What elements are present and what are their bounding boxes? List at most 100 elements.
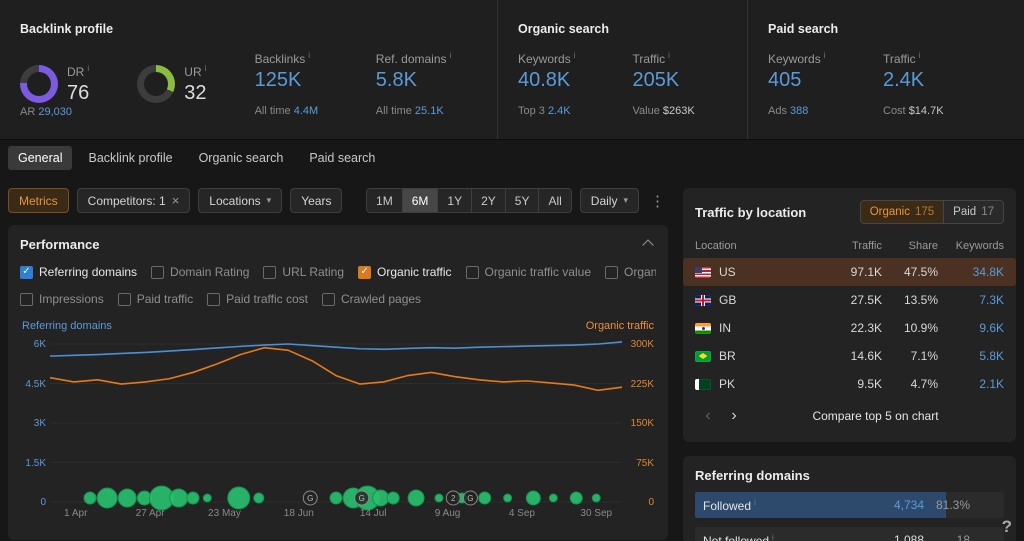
checkbox-label: Organic pages [624,265,656,279]
next-page-icon[interactable]: › [721,404,747,428]
toggle-paid-count: 17 [981,206,994,218]
checkbox-organic-traffic[interactable]: ✓ Organic traffic [358,265,451,279]
y-left-tick: 4.5K [25,379,46,390]
y-right-tick: 0 [648,497,654,508]
link-event-bubble [373,490,389,506]
range-6m[interactable]: 6M [402,189,438,212]
dr-value: 76 [67,82,89,105]
overview-bar: Backlink profile DR 76 UR 32 Backlinks 1… [0,0,1024,140]
country-code: BR [719,349,736,363]
x-axis-tick: 14 Jul [360,508,387,519]
traffic-value: 14.6K [820,349,882,363]
y-right-tick: 150K [631,418,654,429]
checkbox-label: Domain Rating [170,265,249,279]
toggle-organic[interactable]: Organic 175 [861,201,943,223]
metric-url-rating[interactable]: UR 32 [137,51,254,117]
locations-filter-button[interactable]: Locations ▾ [198,188,282,213]
toggle-paid[interactable]: Paid 17 [943,201,1003,223]
tab-general[interactable]: General [8,146,72,170]
close-icon[interactable]: × [172,194,180,207]
keywords-link[interactable]: 7.3K [938,293,1004,307]
keywords-link[interactable]: 5.8K [938,349,1004,363]
y-right-tick: 225K [631,379,654,390]
link-event-bubble [187,492,199,504]
checkbox-paid-traffic-cost[interactable]: ✓ Paid traffic cost [207,292,308,306]
backlinks-sub-label: All time [255,105,291,117]
link-event-bubble [549,494,557,502]
location-row-us[interactable]: US 97.1K 47.5% 34.8K [683,258,1016,286]
top3-label: Top 3 [518,105,545,117]
range-2y[interactable]: 2Y [471,189,505,212]
competitors-filter-button[interactable]: Competitors: 1 × [77,188,191,213]
share-value: 10.9% [882,321,938,335]
checkbox-label: Referring domains [39,265,137,279]
kebab-menu-icon[interactable]: ⋮ [647,192,668,210]
backlinks-value[interactable]: 125K [255,69,376,92]
country-code: US [719,265,736,279]
granularity-select[interactable]: Daily ▾ [580,188,639,213]
chevron-up-icon[interactable] [642,239,653,250]
prev-page-icon[interactable]: ‹ [695,404,721,428]
ar-value[interactable]: 29,030 [38,106,72,118]
checkbox-referring-domains[interactable]: ✓ Referring domains [20,265,137,279]
location-row-pk[interactable]: PK 9.5K 4.7% 2.1K [683,370,1016,398]
checkbox-box: ✓ [20,293,33,306]
ref-domains-sub-value[interactable]: 25.1K [415,105,444,117]
cost-amount: $14.7K [909,105,944,117]
checkbox-url-rating[interactable]: ✓ URL Rating [263,265,344,279]
location-table-header: Location Traffic Share Keywords [683,234,1016,258]
followed-value[interactable]: 4,734 [864,498,924,512]
keywords-link[interactable]: 34.8K [938,265,1004,279]
ads-value[interactable]: 388 [790,105,808,117]
tab-backlink-profile[interactable]: Backlink profile [78,146,182,170]
tab-organic-search[interactable]: Organic search [189,146,294,170]
gb-flag-icon [695,295,711,306]
range-1y[interactable]: 1Y [437,189,471,212]
toggle-paid-label: Paid [953,206,976,218]
checkbox-organic-pages[interactable]: ✓ Organic pages [605,265,656,279]
backlinks-sub-value[interactable]: 4.4M [294,105,318,117]
ref-domains-value[interactable]: 5.8K [376,69,497,92]
followed-row[interactable]: Followed 4,734 81.3% [695,492,1004,518]
paid-traffic-value[interactable]: 2.4K [883,69,998,92]
location-row-in[interactable]: IN 22.3K 10.9% 9.6K [683,314,1016,342]
tab-paid-search[interactable]: Paid search [299,146,385,170]
help-button[interactable]: ? [1002,517,1012,537]
checkbox-impressions[interactable]: ✓ Impressions [20,292,104,306]
keywords-link[interactable]: 9.6K [938,321,1004,335]
ur-value: 32 [184,82,206,105]
traffic-value: 22.3K [820,321,882,335]
paid-keywords-value[interactable]: 405 [768,69,883,92]
compare-top5-link[interactable]: Compare top 5 on chart [747,409,1004,423]
performance-chart[interactable]: 01.5K3K4.5K6K GG2G 075K150K225K300K 1 Ap… [20,336,656,532]
y-axis-right: 075K150K225K300K [624,336,656,532]
legend-referring-domains: Referring domains [22,320,112,332]
years-filter-button[interactable]: Years [290,188,342,213]
organic-paid-toggle: Organic 175 Paid 17 [860,200,1004,224]
keywords-link[interactable]: 2.1K [938,377,1004,391]
organic-keywords-label: Keywords [518,51,633,66]
range-all[interactable]: All [538,189,570,212]
not-followed-row[interactable]: Not followed 1,088 18 [695,527,1004,541]
checkbox-domain-rating[interactable]: ✓ Domain Rating [151,265,249,279]
toggle-organic-count: 175 [915,206,934,218]
range-5y[interactable]: 5Y [505,189,539,212]
checkbox-organic-traffic-value[interactable]: ✓ Organic traffic value [466,265,592,279]
organic-traffic-value[interactable]: 205K [633,69,748,92]
organic-keywords-subline: Top 3 2.4K [518,105,633,117]
link-event-bubble [387,492,399,504]
performance-chart-canvas[interactable]: GG2G [50,336,622,514]
top3-value[interactable]: 2.4K [548,105,571,117]
location-row-br[interactable]: BR 14.6K 7.1% 5.8K [683,342,1016,370]
checkbox-paid-traffic[interactable]: ✓ Paid traffic [118,292,193,306]
range-1m[interactable]: 1M [367,189,402,212]
metrics-filter-label: Metrics [19,194,58,208]
y-left-tick: 1.5K [25,458,46,469]
location-row-gb[interactable]: GB 27.5K 13.5% 7.3K [683,286,1016,314]
organic-keywords-value[interactable]: 40.8K [518,69,633,92]
link-event-bubble [170,489,188,507]
checkbox-box: ✓ [118,293,131,306]
metrics-filter-button[interactable]: Metrics [8,188,69,213]
referring-domains-title: Referring domains [695,468,1004,483]
checkbox-crawled-pages[interactable]: ✓ Crawled pages [322,292,421,306]
